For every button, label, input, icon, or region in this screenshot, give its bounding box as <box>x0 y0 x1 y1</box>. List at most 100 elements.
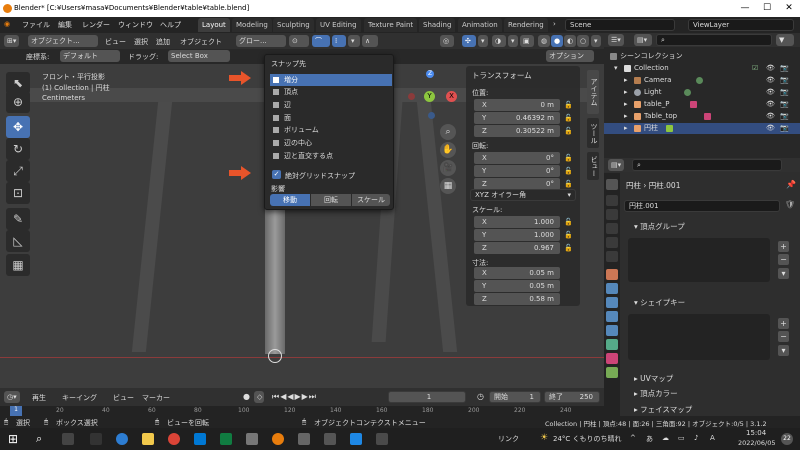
affect-move-button[interactable]: 移動 <box>270 194 310 206</box>
tray-chevron-icon[interactable]: ^ <box>630 434 636 442</box>
app-icon[interactable] <box>298 433 310 445</box>
expand-arrow-icon[interactable]: ▸ <box>624 75 628 86</box>
gizmo-neg-x-icon[interactable] <box>408 93 415 100</box>
tool-measure-icon[interactable]: ◺ <box>6 230 30 252</box>
timeline-editor-icon[interactable]: ◷▾ <box>4 391 20 403</box>
zoom-icon[interactable]: ⌕ <box>440 124 456 140</box>
outliner-scene-collection[interactable]: シーンコレクション <box>604 51 800 62</box>
gizmo-z-icon[interactable]: Z <box>426 70 434 78</box>
excel-icon[interactable] <box>220 433 232 445</box>
task-view-icon[interactable] <box>62 433 74 445</box>
shading-solid-icon[interactable]: ● <box>551 35 563 47</box>
expand-arrow-icon[interactable]: ▸ <box>624 111 628 122</box>
lock-icon[interactable]: 🔓 <box>564 127 573 135</box>
weather-icon[interactable]: ☀ <box>540 433 548 443</box>
scene-props-icon[interactable] <box>606 237 618 248</box>
shape-key-menu-button[interactable]: ▾ <box>778 345 789 356</box>
lock-icon[interactable]: 🔓 <box>564 167 573 175</box>
tool-annotate-icon[interactable]: ✎ <box>6 208 30 230</box>
camera-view-icon[interactable]: 🎥 <box>440 160 456 176</box>
eye-icon[interactable]: 👁 <box>766 87 775 98</box>
xray-toggle-icon[interactable]: ▣ <box>520 35 534 47</box>
shading-rendered-icon[interactable]: ○ <box>577 35 589 47</box>
windows-start-icon[interactable]: ⊞ <box>8 432 18 446</box>
snap-edge-perpendicular-item[interactable]: 辺と直交する点 <box>270 150 392 162</box>
remove-shape-key-button[interactable]: − <box>778 331 789 342</box>
notification-badge[interactable]: 22 <box>781 433 793 445</box>
gizmo-toggle-icon[interactable]: ✣ <box>462 35 476 47</box>
sidebar-tab-view[interactable]: ビュー <box>587 152 599 180</box>
end-frame-field[interactable]: 終了 250 <box>544 391 600 403</box>
ime-icon[interactable]: あ <box>646 434 653 444</box>
snap-vertex-item[interactable]: 頂点 <box>270 86 392 98</box>
edge-browser-icon[interactable] <box>116 433 128 445</box>
gizmo-y-icon[interactable]: Y <box>424 91 435 102</box>
pin-icon[interactable]: 📌 <box>786 180 796 189</box>
tool-add-cube-icon[interactable]: ▦ <box>6 254 30 276</box>
snap-type-icon[interactable]: ⁞ <box>332 35 346 47</box>
tab-modeling[interactable]: Modeling <box>232 18 272 32</box>
clock-date[interactable]: 2022/06/05 <box>738 439 775 447</box>
mesh-name-field[interactable]: 円柱.001 <box>624 200 780 212</box>
lock-icon[interactable]: 🔓 <box>564 180 573 188</box>
snap-edge-center-item[interactable]: 辺の中心 <box>270 137 392 149</box>
camera-render-icon[interactable]: 📷 <box>780 75 789 86</box>
editor-type-button[interactable]: ⊞▾ <box>4 35 20 47</box>
absolute-grid-checkbox[interactable]: ✓ <box>272 170 281 179</box>
menu-add[interactable]: 追加 <box>156 37 170 47</box>
options-dropdown[interactable]: オプション <box>546 50 594 62</box>
menu-object[interactable]: オブジェクト <box>180 37 222 47</box>
overlay-dropdown-icon[interactable]: ▾ <box>508 35 518 47</box>
lock-icon[interactable]: 🔓 <box>564 231 573 239</box>
eye-icon[interactable]: 👁 <box>766 75 775 86</box>
lock-icon[interactable]: 🔓 <box>564 244 573 252</box>
ortho-grid-icon[interactable]: ▦ <box>440 178 456 194</box>
mesh-data-props-icon[interactable] <box>606 339 618 350</box>
modifier-props-icon[interactable] <box>606 283 618 294</box>
taskbar-search-icon[interactable]: ⌕ <box>36 432 42 446</box>
outliner-item-light[interactable]: ▸ Light 👁 📷 <box>604 87 800 98</box>
section-vertex-groups[interactable]: ▾ 頂点グループ <box>624 220 796 233</box>
keyboard-icon[interactable]: A <box>710 434 715 442</box>
snap-dropdown-icon[interactable]: ▾ <box>348 35 360 47</box>
keying-menu[interactable]: キーイング <box>62 393 97 403</box>
eye-icon[interactable]: 👁 <box>766 99 775 110</box>
frame-cursor[interactable]: 1 <box>10 406 22 416</box>
menu-select[interactable]: 選択 <box>134 37 148 47</box>
rotation-mode-selector[interactable]: XYZ オイラー角 ▾ <box>470 189 576 201</box>
blender-menu-icon[interactable]: ◉ <box>4 20 10 28</box>
store-icon[interactable] <box>194 433 206 445</box>
add-shape-key-button[interactable]: + <box>778 318 789 329</box>
timeline-scale[interactable]: 1 20 40 60 80 100 120 140 160 180 200 22… <box>0 406 604 416</box>
blender-taskbar-icon[interactable] <box>272 433 284 445</box>
expand-arrow-icon[interactable]: ▸ <box>624 87 628 98</box>
tab-sculpting[interactable]: Sculpting <box>273 18 314 32</box>
snap-volume-item[interactable]: ボリューム <box>270 124 392 136</box>
start-frame-field[interactable]: 開始 1 <box>489 391 541 403</box>
chrome-icon[interactable] <box>168 433 180 445</box>
file-explorer-icon[interactable] <box>142 433 154 445</box>
current-frame-field[interactable]: 1 <box>388 391 466 403</box>
rotation-y-field[interactable]: Y 0° <box>474 165 560 177</box>
expand-arrow-icon[interactable]: ▸ <box>624 123 628 134</box>
widgets-icon[interactable] <box>90 433 102 445</box>
expand-arrow-icon[interactable]: ▾ <box>614 63 618 74</box>
link-toolbar[interactable]: リンク <box>498 434 519 444</box>
scale-z-field[interactable]: Z 0.967 <box>474 242 560 254</box>
menu-help[interactable]: ヘルプ <box>160 20 181 30</box>
pivot-point-icon[interactable]: ⊙ <box>289 35 309 47</box>
3d-cursor-icon[interactable] <box>268 349 282 363</box>
camera-render-icon[interactable]: 📷 <box>780 63 789 74</box>
camera-render-icon[interactable]: 📷 <box>780 87 789 98</box>
dimension-y-field[interactable]: Y 0.05 m <box>474 280 560 292</box>
coord-system-selector[interactable]: デフォルト <box>60 50 120 62</box>
snap-edge-item[interactable]: 辺 <box>270 99 392 111</box>
tool-transform-icon[interactable]: ⊡ <box>6 182 30 204</box>
particles-props-icon[interactable] <box>606 297 618 308</box>
section-uv-maps[interactable]: ▸ UVマップ <box>624 372 796 385</box>
weather-text[interactable]: 24°C くもりのち晴れ <box>553 434 622 444</box>
volume-icon[interactable]: ♪ <box>694 434 698 442</box>
scene-selector[interactable]: Scene <box>565 19 675 31</box>
location-y-field[interactable]: Y 0.46392 m <box>474 112 560 124</box>
view-layer-props-icon[interactable] <box>606 223 618 234</box>
